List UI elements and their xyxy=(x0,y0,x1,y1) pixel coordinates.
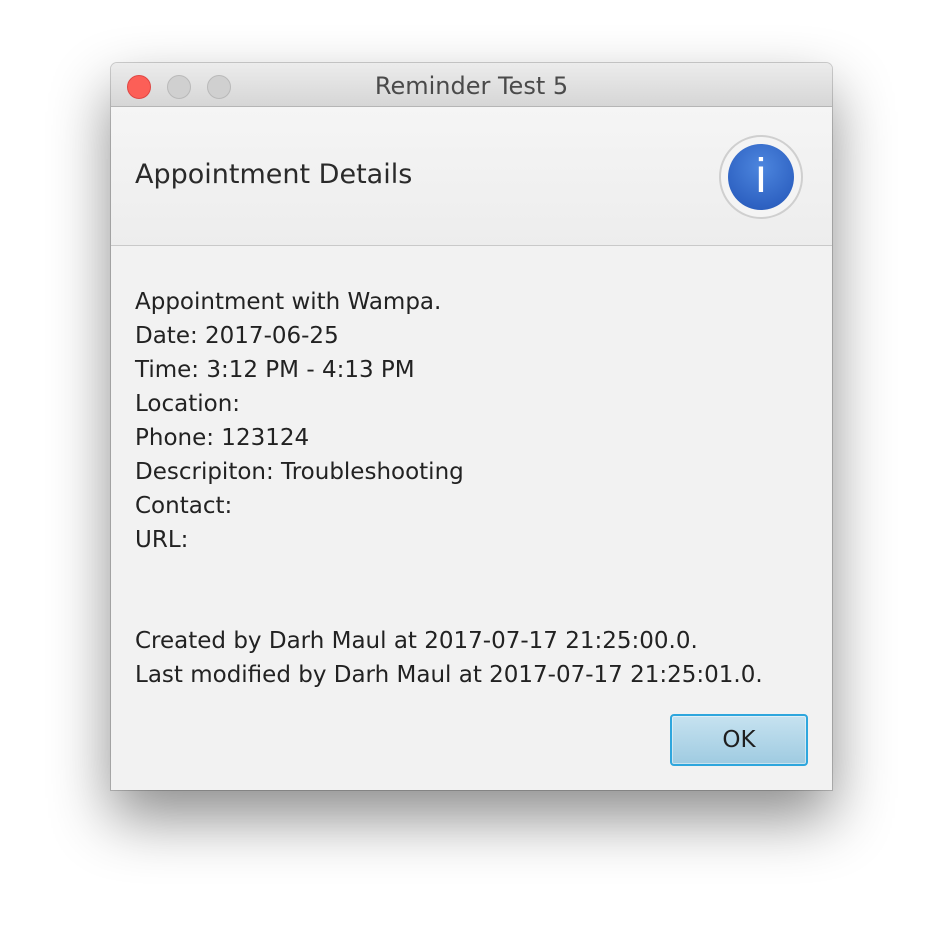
appointment-time-text: Time: 3:12 PM - 4:13 PM xyxy=(135,357,415,383)
appointment-description-text: Descripiton: Troubleshooting xyxy=(135,459,464,485)
window-title: Reminder Test 5 xyxy=(374,72,569,100)
appointment-contact-text: Contact: xyxy=(135,493,233,519)
info-icon: i xyxy=(719,135,803,219)
appointment-details: Appointment with Wampa. Date: 2017-06-25… xyxy=(135,285,763,692)
last-modified-text: Last modified by Darh Maul at 2017-07-17… xyxy=(135,662,763,688)
dialog-heading: Appointment Details xyxy=(135,159,413,190)
details-spacer xyxy=(135,557,763,624)
ok-button[interactable]: OK xyxy=(670,714,808,766)
appointment-title-text: Appointment with Wampa. xyxy=(135,289,442,315)
info-glyph: i xyxy=(755,150,767,203)
appointment-location-text: Location: xyxy=(135,391,241,417)
created-by-text: Created by Darh Maul at 2017-07-17 21:25… xyxy=(135,628,698,654)
title-bar[interactable]: Reminder Test 5 xyxy=(111,63,832,107)
appointment-phone-text: Phone: 123124 xyxy=(135,425,310,451)
dialog-window: Reminder Test 5 Appointment Details i Ap… xyxy=(111,63,832,790)
dialog-header: Appointment Details i xyxy=(111,107,832,246)
appointment-url-text: URL: xyxy=(135,527,189,553)
appointment-date-text: Date: 2017-06-25 xyxy=(135,323,339,349)
